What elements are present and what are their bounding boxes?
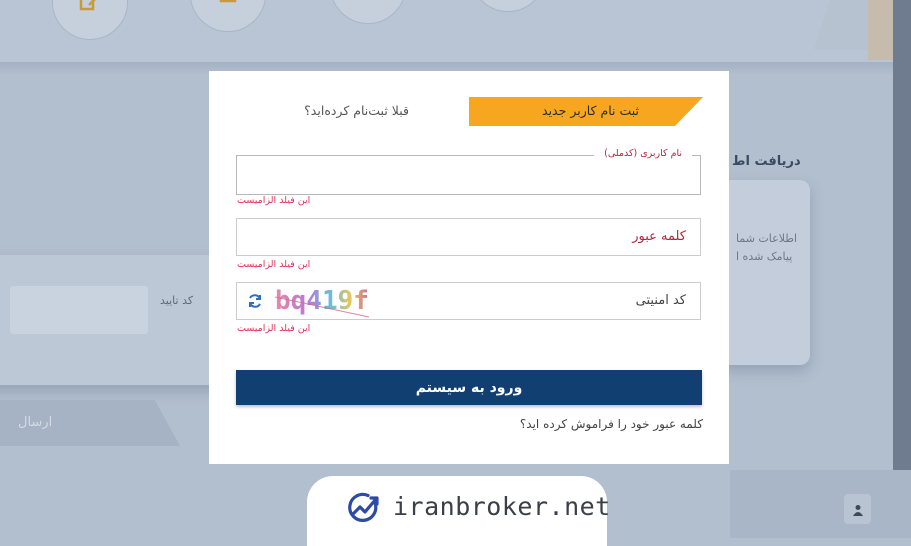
bg-verify-input — [10, 286, 148, 334]
bg-decor — [893, 0, 911, 538]
captcha-error: این فیلد الزامیست — [237, 323, 311, 334]
login-modal: ثبت نام کاربر جدید قبلا ثبت‌نام کرده‌اید… — [209, 71, 729, 464]
watermark-text: iranbroker.net — [393, 492, 611, 521]
password-field[interactable]: کلمه عبور — [236, 218, 701, 256]
document-icon — [219, 0, 237, 3]
bg-info-text: پیامک شده ا — [736, 250, 793, 263]
bg-info-title: دریافت اط — [732, 154, 801, 169]
tab-register-label: ثبت نام کاربر جدید — [542, 103, 639, 118]
username-input[interactable] — [237, 156, 700, 194]
bg-send-label: ارسال — [18, 415, 53, 430]
chart-trend-icon — [348, 492, 379, 522]
bg-footer — [730, 470, 911, 538]
refresh-icon[interactable] — [246, 292, 264, 310]
forgot-password-link[interactable]: کلمه عبور خود را فراموش کرده اید؟ — [520, 417, 703, 431]
username-error: این فیلد الزامیست — [237, 195, 311, 206]
bg-verify-label: کد تایید — [160, 294, 194, 307]
edit-icon — [79, 0, 96, 11]
username-field[interactable]: نام کاربری (کدملی) — [236, 148, 701, 195]
bg-user-button — [844, 494, 871, 524]
bg-info-card — [720, 180, 810, 365]
bg-info-text: اطلاعات شما — [736, 232, 798, 245]
watermark-badge: iranbroker.net — [307, 476, 610, 546]
captcha-image: bq419f — [274, 286, 370, 318]
captcha-field[interactable]: کد امنیتی bq419f — [236, 282, 701, 320]
username-label: نام کاربری (کدملی) — [594, 148, 692, 159]
tab-register[interactable]: ثبت نام کاربر جدید — [469, 97, 703, 126]
bg-decor — [868, 0, 893, 60]
login-button[interactable]: ورود به سیستم — [236, 370, 702, 405]
password-input[interactable] — [237, 219, 700, 255]
captcha-text: bq419f — [275, 286, 369, 316]
password-error: این فیلد الزامیست — [237, 259, 311, 270]
tab-login[interactable]: قبلا ثبت‌نام کرده‌اید؟ — [289, 103, 409, 118]
user-icon — [852, 504, 863, 516]
